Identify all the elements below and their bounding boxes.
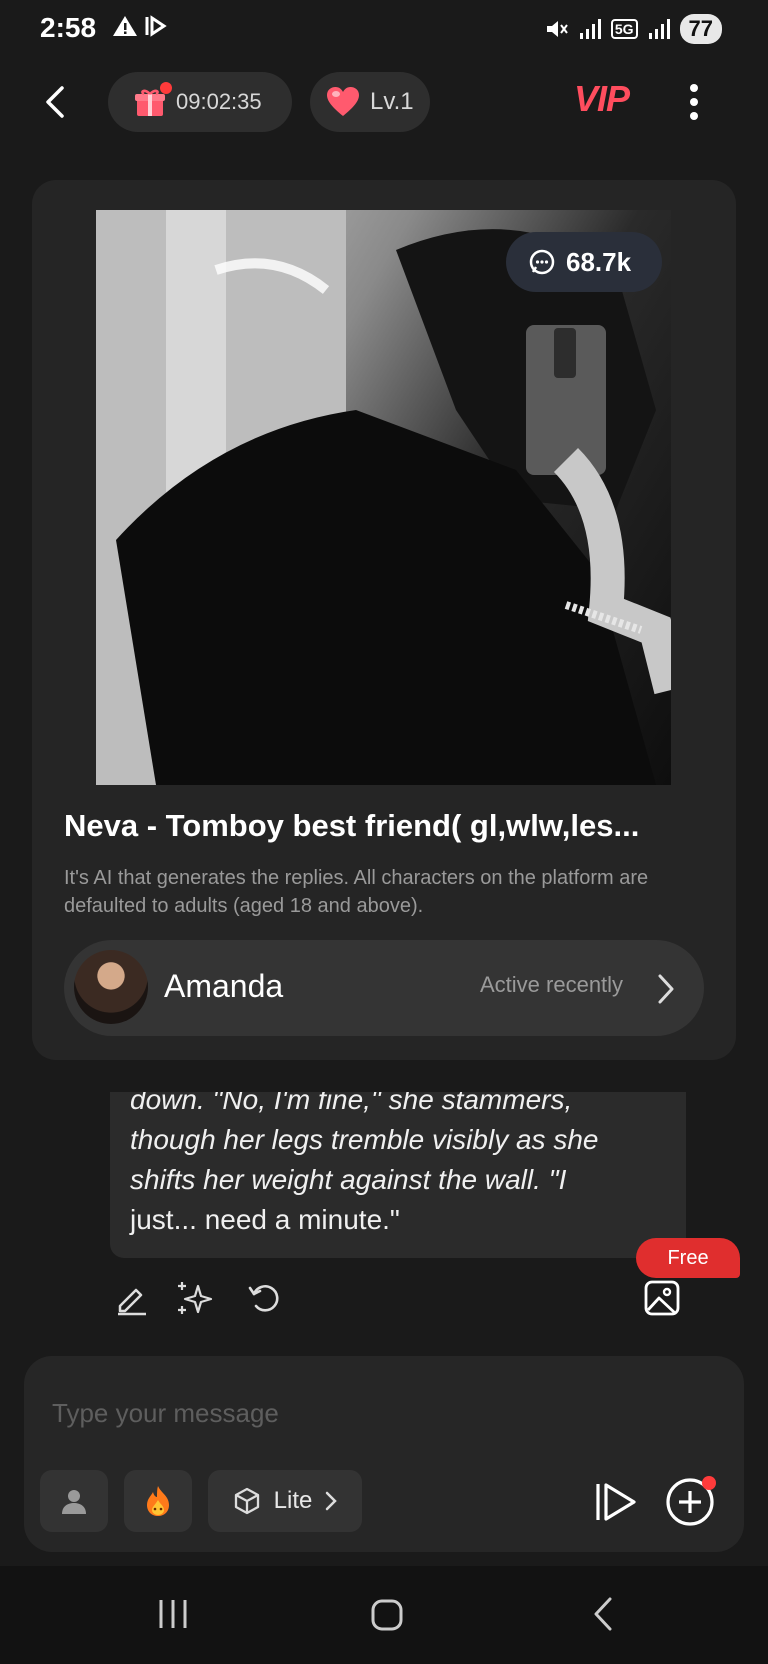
more-dot bbox=[690, 112, 698, 120]
generate-image-button[interactable] bbox=[642, 1278, 682, 1318]
message-line: though her legs tremble visibly as she bbox=[130, 1124, 599, 1155]
recent-apps-icon bbox=[159, 1600, 187, 1628]
home-icon bbox=[371, 1599, 403, 1631]
character-image[interactable] bbox=[96, 210, 671, 785]
message-count: 68.7k bbox=[566, 246, 632, 277]
notification-dot bbox=[160, 82, 172, 94]
recent-apps-button[interactable] bbox=[156, 1598, 190, 1635]
more-options-button[interactable] bbox=[682, 80, 706, 124]
ai-disclaimer: It's AI that generates the replies. All … bbox=[64, 867, 649, 917]
persona-button[interactable] bbox=[40, 1470, 108, 1532]
gift-timer: 09:02:35 bbox=[176, 89, 262, 114]
notification-dot bbox=[702, 1476, 716, 1490]
chevron-left-icon bbox=[46, 86, 64, 118]
chevron-right-icon bbox=[652, 972, 678, 1011]
home-button[interactable] bbox=[370, 1598, 404, 1637]
pencil-icon bbox=[118, 1288, 146, 1316]
persona-name: Amanda bbox=[164, 968, 284, 1004]
play-icon bbox=[596, 1483, 636, 1521]
hot-button[interactable] bbox=[124, 1470, 192, 1532]
vip-button[interactable]: VIP bbox=[574, 78, 630, 120]
level-label: Lv.1 bbox=[370, 88, 414, 115]
message-line: down. "No, I'm fine," she stammers, bbox=[130, 1092, 573, 1115]
sparkle-icon bbox=[178, 1282, 213, 1314]
character-title: Neva - Tomboy best friend( gl,wlw,les... bbox=[64, 808, 640, 843]
status-right: 5G 77 bbox=[543, 14, 722, 44]
regenerate-button[interactable] bbox=[244, 1278, 284, 1318]
status-time: 2:58 bbox=[40, 12, 97, 43]
message-line: shifts her weight against the wall. "I bbox=[130, 1164, 567, 1195]
nav-back-icon bbox=[594, 1597, 612, 1631]
heart-icon bbox=[327, 87, 359, 116]
chat-bubble-icon bbox=[529, 249, 555, 275]
model-selector-button[interactable]: Lite bbox=[208, 1470, 362, 1532]
signal-icon bbox=[579, 19, 601, 39]
signal-icon-2 bbox=[648, 19, 670, 39]
message-input[interactable]: Type your message bbox=[52, 1398, 279, 1429]
model-label: Lite bbox=[273, 1487, 313, 1514]
more-dot bbox=[690, 98, 698, 106]
message-count-badge: 68.7k bbox=[506, 232, 662, 292]
free-badge: Free bbox=[636, 1238, 740, 1278]
warning-icon bbox=[113, 16, 137, 36]
person-icon bbox=[62, 1490, 86, 1514]
level-button[interactable]: Lv.1 bbox=[310, 72, 430, 132]
nav-back-button[interactable] bbox=[590, 1596, 616, 1637]
back-button[interactable] bbox=[36, 80, 76, 124]
enhance-button[interactable] bbox=[174, 1278, 214, 1318]
cube-icon bbox=[234, 1487, 259, 1515]
status-left-icons bbox=[112, 14, 170, 38]
image-icon bbox=[644, 1280, 680, 1316]
play-voice-button[interactable] bbox=[592, 1480, 640, 1529]
persona-avatar bbox=[74, 950, 148, 1024]
network-type: 5G bbox=[610, 19, 638, 39]
persona-status: Active recently bbox=[480, 972, 624, 997]
battery-level: 77 bbox=[679, 14, 722, 44]
fire-icon bbox=[147, 1486, 169, 1516]
media-play-icon bbox=[145, 15, 167, 37]
mute-icon bbox=[546, 21, 568, 37]
gift-icon bbox=[134, 82, 172, 118]
ai-message-bubble: down. "No, I'm fine," she stammers, thou… bbox=[110, 1092, 686, 1258]
message-text: down. "No, I'm fine," she stammers, thou… bbox=[130, 1092, 670, 1240]
refresh-icon bbox=[248, 1285, 279, 1312]
chevron-right-icon bbox=[326, 1491, 338, 1511]
edit-button[interactable] bbox=[112, 1278, 152, 1318]
gift-timer-button[interactable]: 09:02:35 bbox=[108, 72, 292, 132]
add-button[interactable] bbox=[664, 1476, 716, 1528]
more-dot bbox=[690, 84, 698, 92]
message-line: just... need a minute." bbox=[130, 1204, 400, 1235]
